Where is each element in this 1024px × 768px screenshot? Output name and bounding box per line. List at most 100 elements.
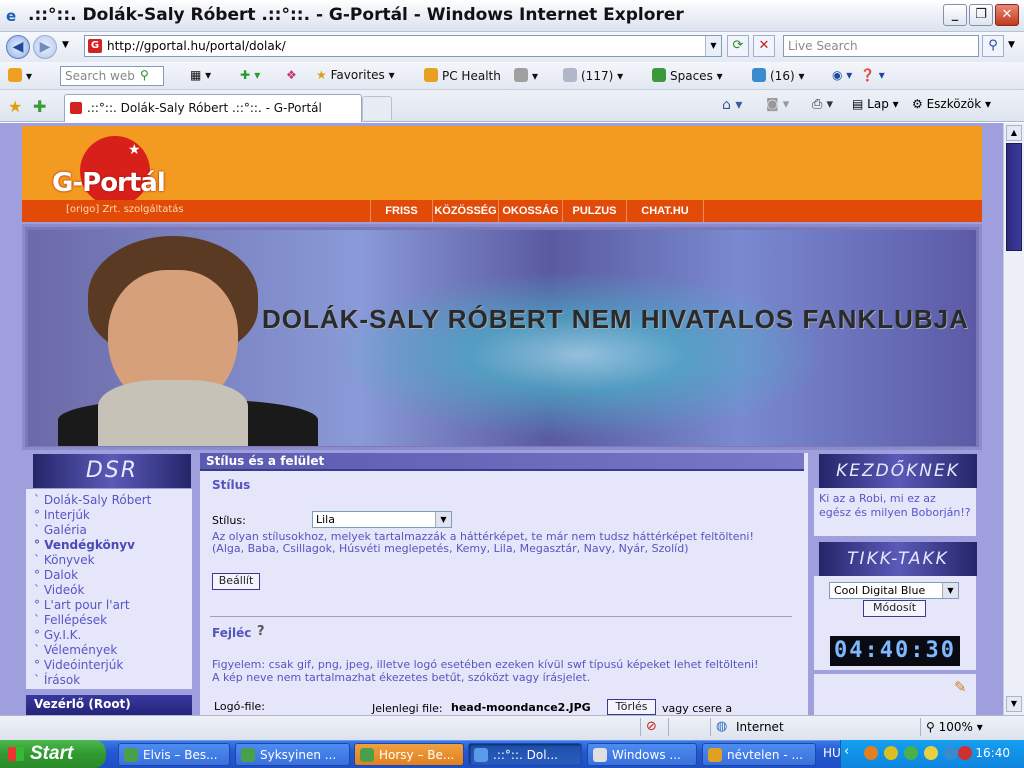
menu-item-dalok[interactable]: ° Dalok bbox=[34, 568, 78, 582]
maximize-button[interactable]: ❐ bbox=[969, 4, 993, 26]
apply-button[interactable]: Beállít bbox=[212, 573, 260, 590]
refresh-button[interactable]: ⟳ bbox=[727, 35, 749, 57]
nav-pulzus[interactable]: PULZUS bbox=[562, 200, 626, 222]
help-icon[interactable]: ❓ ▾ bbox=[860, 68, 885, 82]
pc-health-button[interactable]: PC Health bbox=[424, 68, 501, 83]
tray-expand-icon[interactable]: ‹ bbox=[844, 744, 849, 759]
live-search-input[interactable]: Live Search bbox=[783, 35, 979, 57]
close-button[interactable]: ✕ bbox=[995, 4, 1019, 26]
zoom-control[interactable]: ⚲ 100% ▾ bbox=[926, 720, 983, 734]
windows-live-icon[interactable]: ▾ bbox=[8, 68, 32, 83]
new-tab-button[interactable] bbox=[362, 96, 392, 120]
menu-item-lart-pour-lart[interactable]: ° L'art pour l'art bbox=[34, 598, 130, 612]
page-menu[interactable]: ▤ Lap ▾ bbox=[852, 97, 899, 111]
nav-friss[interactable]: FRISS bbox=[370, 200, 432, 222]
tray-speaker-icon[interactable] bbox=[884, 746, 898, 760]
paint-task-icon bbox=[708, 748, 722, 762]
clock-style-select[interactable]: Cool Digital Blue ▼ bbox=[829, 582, 959, 599]
stop-button[interactable]: ✕ bbox=[753, 35, 775, 57]
popup-blocked-icon[interactable]: ⊘ bbox=[646, 719, 657, 734]
tray-shield-icon[interactable] bbox=[924, 746, 938, 760]
vertical-scrollbar[interactable]: ▲ ▼ bbox=[1003, 123, 1024, 715]
menu-item-fellepesek[interactable]: ` Fellépések bbox=[34, 613, 107, 627]
history-dropdown-icon[interactable]: ▼ bbox=[62, 40, 69, 50]
menu-item-vendegkonyv[interactable]: ° Vendégkönyv bbox=[34, 538, 135, 552]
nav-chat[interactable]: CHAT.HU bbox=[626, 200, 704, 222]
scroll-down-icon[interactable]: ▼ bbox=[1006, 696, 1022, 712]
task-windows[interactable]: Windows ... bbox=[587, 743, 697, 766]
menu-item-videointerjuk[interactable]: ° Videóinterjúk bbox=[34, 658, 123, 672]
address-dropdown-icon[interactable]: ▼ bbox=[705, 36, 721, 56]
address-input[interactable]: G http://gportal.hu/portal/dolak/ ▼ bbox=[84, 35, 722, 57]
messenger-task-icon bbox=[124, 748, 138, 762]
tab-gportal[interactable]: .::°::. Dolák-Saly Róbert .::°::. - G-Po… bbox=[64, 94, 362, 122]
task-ie-dolak[interactable]: .::°::. Dol... bbox=[468, 743, 582, 766]
menu-item-irasok[interactable]: ` Írások bbox=[34, 673, 80, 687]
menu-item-interjuk[interactable]: ° Interjúk bbox=[34, 508, 90, 522]
search-web-go-icon[interactable]: ⚲ bbox=[140, 68, 149, 82]
menu-item-galeria[interactable]: ` Galéria bbox=[34, 523, 87, 537]
search-options-icon[interactable]: ▼ bbox=[1008, 40, 1015, 50]
nav-okossag[interactable]: OKOSSÁG bbox=[498, 200, 562, 222]
tray-clock[interactable]: 16:40 bbox=[975, 746, 1010, 760]
start-button[interactable]: Start bbox=[0, 740, 106, 768]
search-go-button[interactable]: ⚲ bbox=[982, 35, 1004, 57]
pencil-icon[interactable]: ✎ bbox=[954, 678, 967, 696]
tray-app-icon[interactable] bbox=[864, 746, 878, 760]
spaces-button[interactable]: Spaces ▾ bbox=[652, 68, 723, 83]
style-select[interactable]: Lila ▼ bbox=[312, 511, 452, 528]
gportal-logo[interactable]: ★ G-Portál bbox=[50, 136, 180, 206]
feeds-icon[interactable]: ◙ ▾ bbox=[766, 97, 789, 112]
toolbar-button-icon[interactable]: ▦ ▾ bbox=[190, 68, 211, 82]
tab-title: .::°::. Dolák-Saly Róbert .::°::. - G-Po… bbox=[87, 101, 322, 115]
zone-label: Internet bbox=[736, 720, 784, 734]
menu-item-dolak-saly[interactable]: ` Dolák-Saly Róbert bbox=[34, 493, 151, 507]
menu-item-velemenyek[interactable]: ` Vélemények bbox=[34, 643, 117, 657]
tray-network-icon[interactable] bbox=[944, 746, 958, 760]
task-elvis[interactable]: Elvis – Bes... bbox=[118, 743, 230, 766]
modify-button[interactable]: Módosít bbox=[863, 600, 926, 617]
print-icon[interactable]: ⎙ ▾ bbox=[812, 97, 833, 112]
spaces-label: Spaces bbox=[670, 69, 713, 83]
scroll-thumb[interactable] bbox=[1006, 143, 1022, 251]
page-menu-label: Lap bbox=[867, 97, 889, 111]
minimize-button[interactable]: _ bbox=[943, 4, 967, 26]
add-icon[interactable]: ✚ ▾ bbox=[240, 68, 260, 82]
task-horsy[interactable]: Horsy – Be... bbox=[354, 743, 464, 766]
nav-kozosseg[interactable]: KÖZÖSSÉG bbox=[432, 200, 498, 222]
menu-item-videok[interactable]: ` Videók bbox=[34, 583, 84, 597]
site-banner bbox=[22, 224, 982, 450]
tools-menu-label: Eszközök bbox=[926, 97, 982, 111]
window-titlebar[interactable]: e .::°::. Dolák-Saly Róbert .::°::. - G-… bbox=[0, 0, 1024, 32]
tray-security-icon[interactable] bbox=[958, 746, 972, 760]
tray-messenger-icon[interactable] bbox=[904, 746, 918, 760]
messenger-icon[interactable]: ◉ ▾ bbox=[832, 68, 852, 82]
help-question-icon[interactable]: ? bbox=[257, 624, 265, 639]
media-task-icon bbox=[593, 748, 607, 762]
control-panel-header[interactable]: Vezérlő (Root) bbox=[26, 695, 192, 715]
add-favorite-icon[interactable]: ✚ bbox=[33, 97, 46, 116]
menu-item-gyik[interactable]: ° Gy.I.K. bbox=[34, 628, 81, 642]
back-button[interactable]: ◀ bbox=[6, 35, 30, 59]
home-icon[interactable]: ⌂ ▾ bbox=[722, 97, 742, 113]
messenger-task-icon bbox=[241, 748, 255, 762]
task-syksyinen[interactable]: Syksyinen ... bbox=[235, 743, 350, 766]
header-section-title: Fejléc bbox=[212, 626, 252, 640]
clock-dropdown-icon: ▼ bbox=[942, 583, 958, 598]
contacts-button[interactable]: (16) ▾ bbox=[752, 68, 804, 83]
menu-item-konyvek[interactable]: ` Könyvek bbox=[34, 553, 95, 567]
right-bottom-box bbox=[814, 674, 976, 715]
mail-button[interactable]: (117) ▾ bbox=[563, 68, 623, 83]
current-file-name: head-moondance2.JPG bbox=[451, 701, 591, 714]
favorites-star-icon[interactable]: ★ bbox=[8, 97, 22, 116]
task-nevtelen[interactable]: névtelen - ... bbox=[702, 743, 816, 766]
tools-menu[interactable]: ⚙ Eszközök ▾ bbox=[912, 97, 991, 111]
butterfly-icon[interactable]: ❖ bbox=[286, 68, 297, 82]
favorites-button[interactable]: ★ Favorites ▾ bbox=[316, 68, 395, 82]
delete-button[interactable]: Törlés bbox=[607, 699, 656, 715]
forward-button[interactable]: ▶ bbox=[33, 35, 57, 59]
beginners-text[interactable]: Ki az a Robi, mi ez az egész és milyen B… bbox=[814, 488, 976, 536]
scroll-up-icon[interactable]: ▲ bbox=[1006, 125, 1022, 141]
language-indicator[interactable]: HU bbox=[823, 746, 841, 760]
feeds-button[interactable]: ▾ bbox=[514, 68, 538, 83]
